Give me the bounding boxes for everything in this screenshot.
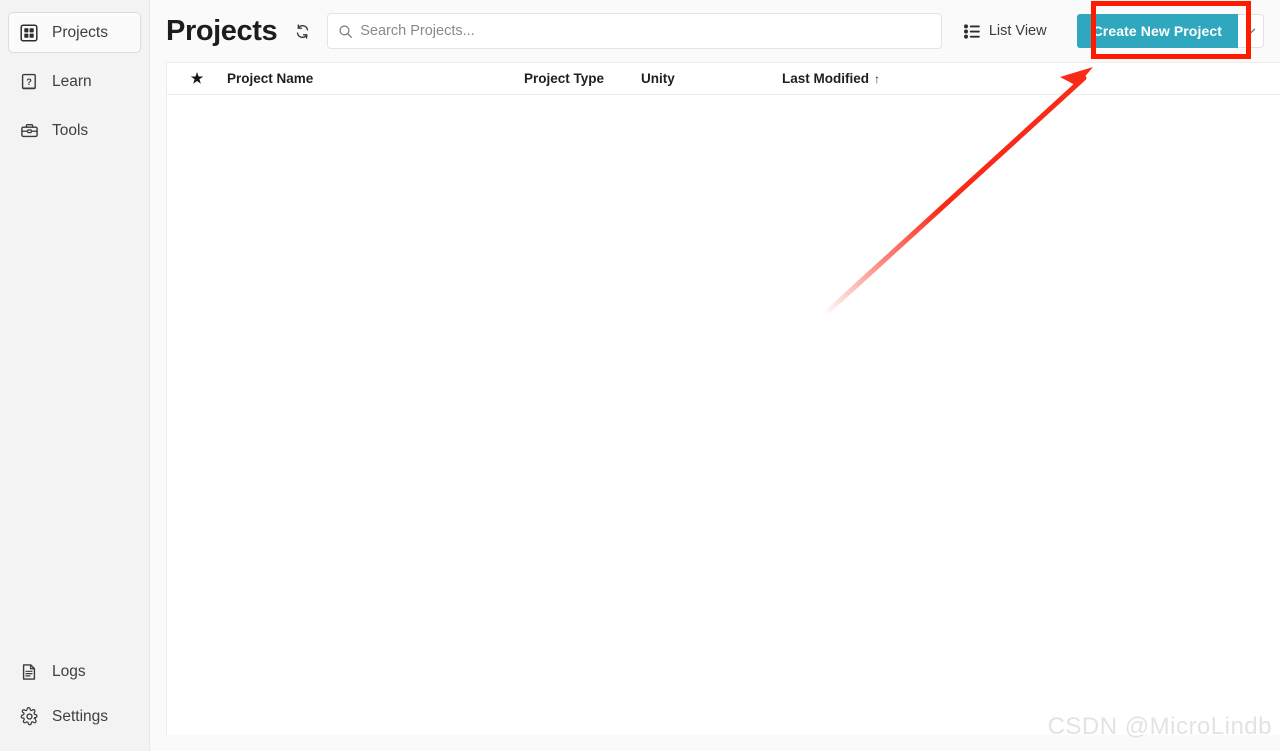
sidebar-item-label: Logs	[52, 662, 86, 680]
watermark: CSDN @MicroLindb	[1047, 713, 1272, 740]
unity-hub-window: Projects ? Learn Tools Logs Settings Pro…	[0, 0, 1280, 751]
sidebar-item-label: Tools	[52, 121, 89, 139]
search-bar[interactable]	[327, 13, 942, 49]
sidebar-item-settings[interactable]: Settings	[8, 696, 141, 737]
sidebar-item-logs[interactable]: Logs	[8, 651, 141, 692]
search-input[interactable]	[360, 14, 931, 48]
grid-icon	[19, 23, 39, 43]
column-header-project-type[interactable]: Project Type	[524, 71, 641, 86]
main-panel: Projects Search Projects... List View Cr…	[150, 0, 1280, 751]
list-view-label: List View	[988, 23, 1047, 39]
column-header-unity[interactable]: Unity	[641, 71, 782, 86]
sort-ascending-icon: ↑	[874, 71, 880, 86]
sidebar: Projects ? Learn Tools Logs Settings	[0, 0, 150, 751]
projects-table-header: ★ Project Name Project Type Unity Last M…	[167, 63, 1280, 95]
book-question-icon: ?	[19, 72, 39, 92]
gear-icon	[19, 707, 39, 727]
refresh-icon[interactable]	[289, 18, 315, 44]
document-lines-icon	[19, 662, 39, 682]
sidebar-item-tools[interactable]: Tools	[8, 110, 141, 151]
sidebar-item-learn[interactable]: ? Learn	[8, 61, 141, 102]
create-new-project-button[interactable]: Create New Project	[1076, 14, 1238, 48]
top-bar: Projects Search Projects... List View Cr…	[150, 0, 1280, 62]
sidebar-item-label: Settings	[52, 707, 109, 725]
chevron-down-icon	[1245, 22, 1256, 40]
toolbox-icon	[19, 121, 39, 141]
list-view-button[interactable]: List View	[956, 15, 1055, 47]
svg-text:?: ?	[26, 77, 32, 87]
sidebar-bottom-nav: Logs Settings	[0, 647, 149, 751]
projects-table-body	[167, 95, 1280, 735]
column-header-last-modified-label: Last Modified	[782, 71, 869, 86]
sidebar-item-label: Learn	[52, 72, 92, 90]
projects-content-card: ★ Project Name Project Type Unity Last M…	[166, 62, 1280, 735]
column-header-last-modified[interactable]: Last Modified ↑	[782, 71, 880, 86]
sidebar-top-nav: Projects ? Learn Tools	[0, 8, 149, 155]
list-view-icon	[963, 23, 980, 39]
sidebar-item-label: Projects	[52, 23, 108, 41]
create-project-dropdown-toggle[interactable]	[1238, 14, 1264, 48]
create-project-group: Create New Project	[1076, 14, 1264, 48]
sidebar-item-projects[interactable]: Projects	[8, 12, 141, 53]
page-title: Projects	[166, 14, 278, 47]
column-header-project-name[interactable]: Project Name	[227, 71, 524, 86]
column-header-favorite[interactable]: ★	[167, 70, 227, 87]
search-icon	[338, 24, 353, 39]
